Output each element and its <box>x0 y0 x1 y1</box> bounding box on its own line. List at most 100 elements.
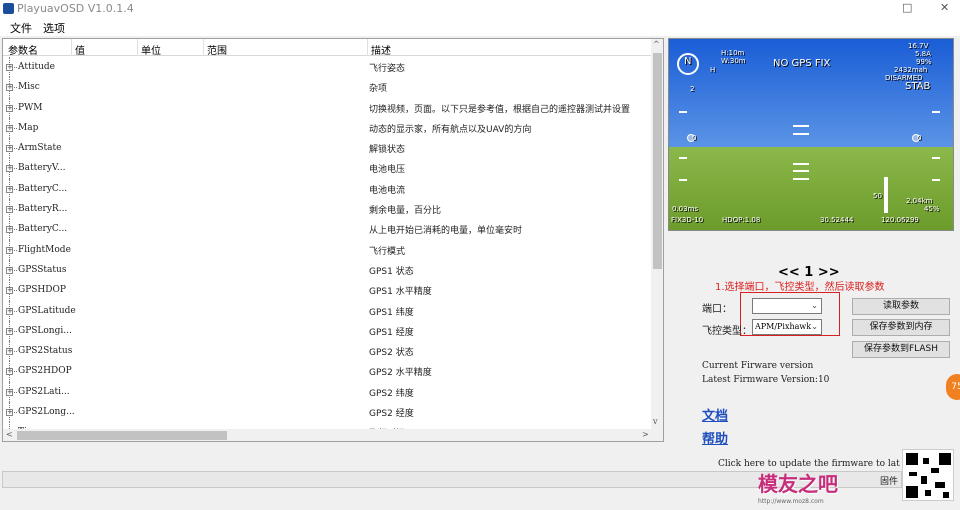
expand-icon[interactable]: + <box>6 307 13 315</box>
table-row[interactable]: + FlightMode 飞行模式 <box>3 239 651 260</box>
table-row[interactable]: + BatteryV... 电池电压 <box>3 158 651 179</box>
table-row[interactable]: + BatteryC... 从上电开始已消耗的电量，单位毫安时 <box>3 219 651 240</box>
param-name: GPSHDOP <box>18 285 66 296</box>
table-row[interactable]: + BatteryC... 电池电流 <box>3 178 651 200</box>
param-description: GPS1 纬度 <box>369 307 414 318</box>
scroll-down-icon[interactable]: v <box>653 417 658 426</box>
osd-fix: FIX3D-10 <box>671 216 704 224</box>
osd-lon: 120.06299 <box>881 216 919 224</box>
column-name[interactable]: 参数名 <box>8 42 38 57</box>
fc-type-select[interactable]: APM/Pixhawk ⌄ <box>752 319 822 335</box>
expand-icon[interactable]: + <box>6 246 13 254</box>
osd-altitude: H:10m <box>721 49 745 57</box>
param-name: Attitude <box>18 62 55 72</box>
qr-code <box>902 449 954 501</box>
table-row[interactable]: + Attitude 飞行姿态 <box>3 57 651 78</box>
osd-left-val: 0 <box>692 134 697 142</box>
param-description: 切换视频，页面。以下只是参考值，根据自己的遥控器测试并设置 <box>369 104 631 115</box>
table-row[interactable]: + GPS2HDOP GPS2 水平精度 <box>3 361 651 382</box>
table-row[interactable]: + ArmState 解锁状态 <box>3 138 651 159</box>
param-description: 电池电压 <box>369 165 406 176</box>
save-to-memory-button[interactable]: 保存参数到内存 <box>852 319 950 336</box>
read-params-button[interactable]: 读取参数 <box>852 298 950 315</box>
port-select[interactable]: ⌄ <box>752 298 822 314</box>
instruction-note: 1.选择端口，飞控类型，然后读取参数 <box>715 282 885 293</box>
expand-icon[interactable]: + <box>6 185 13 193</box>
table-row[interactable]: + GPSStatus GPS1 状态 <box>3 259 651 281</box>
column-unit[interactable]: 单位 <box>141 42 161 57</box>
table-rows: + Attitude 飞行姿态 + Misc 杂项 + PWM 切换视频，页面。以下只是参考值，… <box>3 57 651 441</box>
floating-badge[interactable]: 75 <box>946 374 960 400</box>
table-row[interactable]: + GPSLatitude GPS1 纬度 <box>3 300 651 321</box>
expand-icon[interactable]: + <box>6 104 13 112</box>
tree-connector: + <box>6 280 18 301</box>
maximize-button[interactable]: □ <box>902 1 912 14</box>
expand-icon[interactable]: + <box>6 327 13 335</box>
param-name: GPS2Status <box>18 346 73 357</box>
param-name: GPSLatitude <box>18 305 76 316</box>
tree-connector: + <box>6 117 18 139</box>
table-row[interactable]: + BatteryR... 剩余电量，百分比 <box>3 199 651 220</box>
tree-connector: + <box>6 381 18 403</box>
expand-icon[interactable]: + <box>6 409 13 417</box>
table-row[interactable]: + GPS2Long... GPS2 经度 <box>3 402 651 423</box>
expand-icon[interactable]: + <box>6 287 13 295</box>
window-title: PlayuavOSD V1.0.1.4 <box>17 2 134 15</box>
chevron-down-icon: ⌄ <box>811 301 818 310</box>
doc-link[interactable]: 文档 <box>702 405 728 424</box>
table-row[interactable]: + GPS2Status GPS2 状态 <box>3 341 651 362</box>
osd-mode: STAB <box>905 81 931 92</box>
param-description: 从上电开始已消耗的电量，单位毫安时 <box>369 226 523 237</box>
expand-icon[interactable]: + <box>6 124 13 132</box>
menu-file[interactable]: 文件 <box>10 20 32 36</box>
expand-icon[interactable]: + <box>6 348 13 356</box>
vertical-scroll-thumb[interactable] <box>653 53 662 269</box>
expand-icon[interactable]: + <box>6 368 13 376</box>
watermark-logo: 模友之吧 <box>758 472 838 496</box>
help-link[interactable]: 帮助 <box>702 428 728 447</box>
column-description[interactable]: 描述 <box>371 42 391 57</box>
column-range[interactable]: 范围 <box>207 42 227 57</box>
latest-fw-version: Latest Firmware Version:10 <box>702 375 830 385</box>
scroll-up-icon[interactable]: ^ <box>653 40 660 49</box>
menu-options[interactable]: 选项 <box>43 20 65 36</box>
chevron-down-icon: ⌄ <box>811 322 818 331</box>
table-row[interactable]: + GPS2Lati... GPS2 纬度 <box>3 381 651 403</box>
fc-type-label: 飞控类型： <box>702 326 752 337</box>
param-description: 剩余电量，百分比 <box>369 206 442 217</box>
table-row[interactable]: + PWM 切换视频，页面。以下只是参考值，根据自己的遥控器测试并设置 <box>3 97 651 118</box>
table-row[interactable]: + GPSHDOP GPS1 水平精度 <box>3 280 651 301</box>
horizontal-scroll-thumb[interactable] <box>17 431 227 440</box>
scroll-right-icon[interactable]: > <box>642 430 649 439</box>
param-description: GPS1 状态 <box>369 266 414 277</box>
column-value[interactable]: 值 <box>75 42 85 57</box>
osd-h-label: H <box>710 66 716 74</box>
param-description: 飞行姿态 <box>369 64 406 74</box>
firmware-short-label: 固件 <box>880 477 899 487</box>
table-row[interactable]: + GPSLongi... GPS1 经度 <box>3 320 651 342</box>
tree-connector: + <box>6 300 18 321</box>
expand-icon[interactable]: + <box>6 206 13 214</box>
osd-vspeed: W:30m <box>721 57 746 65</box>
param-name: GPS2HDOP <box>18 366 72 377</box>
param-name: GPSStatus <box>18 264 67 275</box>
param-description: GPS2 状态 <box>369 348 414 359</box>
save-to-flash-button[interactable]: 保存参数到FLASH <box>852 341 950 358</box>
table-row[interactable]: + Misc 杂项 <box>3 77 651 98</box>
param-name: BatteryR... <box>18 204 68 215</box>
table-row[interactable]: + Map 动态的显示家，所有航点以及UAV的方向 <box>3 117 651 139</box>
horizontal-scrollbar[interactable]: < > <box>3 429 663 441</box>
expand-icon[interactable]: + <box>6 145 13 153</box>
expand-icon[interactable]: + <box>6 165 13 173</box>
close-button[interactable]: ✕ <box>940 1 949 14</box>
scroll-left-icon[interactable]: < <box>6 430 13 439</box>
expand-icon[interactable]: + <box>6 388 13 396</box>
expand-icon[interactable]: + <box>6 226 13 234</box>
vertical-scrollbar[interactable]: ^ v <box>651 39 663 429</box>
expand-icon[interactable]: + <box>6 84 13 92</box>
tree-connector: + <box>6 402 18 423</box>
expand-icon[interactable]: + <box>6 64 13 71</box>
tree-connector: + <box>6 341 18 362</box>
param-description: 杂项 <box>369 84 388 95</box>
expand-icon[interactable]: + <box>6 266 13 274</box>
